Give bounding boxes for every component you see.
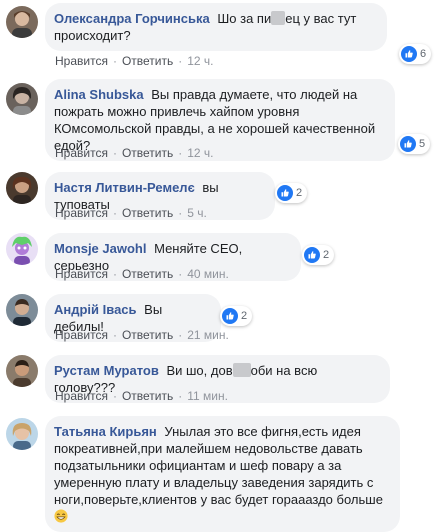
reply-link[interactable]: Ответить bbox=[122, 328, 173, 342]
censored-word bbox=[232, 363, 251, 377]
reply-link[interactable]: Ответить bbox=[122, 267, 173, 281]
avatar[interactable] bbox=[6, 233, 38, 265]
timestamp[interactable]: 12 ч. bbox=[187, 54, 213, 68]
like-icon bbox=[400, 136, 416, 152]
avatar[interactable] bbox=[6, 172, 38, 204]
like-icon bbox=[277, 185, 293, 201]
reply-link[interactable]: Ответить bbox=[122, 389, 173, 403]
reply-link[interactable]: Ответить bbox=[122, 146, 173, 160]
comment-actions: Нравится · Ответить · 5 ч. bbox=[55, 206, 207, 220]
grin-emoji-icon bbox=[54, 509, 68, 523]
reply-link[interactable]: Ответить bbox=[122, 54, 173, 68]
like-link[interactable]: Нравится bbox=[55, 206, 108, 220]
comment-author[interactable]: Настя Литвин-Ремелє bbox=[54, 180, 195, 195]
comment-actions: Нравится · Ответить · 40 мин. bbox=[55, 267, 229, 281]
like-link[interactable]: Нравится bbox=[55, 146, 108, 160]
like-icon bbox=[222, 308, 238, 324]
like-link[interactable]: Нравится bbox=[55, 389, 108, 403]
timestamp[interactable]: 21 мин. bbox=[187, 328, 229, 342]
avatar[interactable] bbox=[6, 294, 38, 326]
avatar[interactable] bbox=[6, 418, 38, 450]
like-link[interactable]: Нравится bbox=[55, 328, 108, 342]
reaction-count[interactable]: 5 bbox=[398, 134, 431, 154]
comment-text: Унылая это все фигня,есть идея покреатив… bbox=[54, 424, 383, 524]
like-icon bbox=[304, 247, 320, 263]
reaction-count[interactable]: 2 bbox=[275, 183, 308, 203]
timestamp[interactable]: 11 мин. bbox=[187, 389, 228, 403]
reply-link[interactable]: Ответить bbox=[122, 206, 173, 220]
comment-author[interactable]: Олександра Горчинська bbox=[54, 11, 210, 26]
comment-bubble: Олександра Горчинська Шо за пи ец у вас т… bbox=[45, 3, 387, 51]
comment-author[interactable]: Андрій Івась bbox=[54, 302, 137, 317]
comment-actions: Нравится · Ответить · 21 мин. bbox=[55, 328, 229, 342]
timestamp[interactable]: 12 ч. bbox=[187, 146, 213, 160]
reaction-count[interactable]: 6 bbox=[399, 44, 432, 64]
comment-author[interactable]: Alina Shubska bbox=[54, 87, 144, 102]
timestamp[interactable]: 5 ч. bbox=[187, 206, 207, 220]
comment-author[interactable]: Рустам Муратов bbox=[54, 363, 159, 378]
avatar[interactable] bbox=[6, 83, 38, 115]
reaction-count[interactable]: 2 bbox=[220, 306, 253, 326]
comment-author[interactable]: Monsje Jawohl bbox=[54, 241, 146, 256]
censored-word bbox=[271, 11, 286, 25]
avatar[interactable] bbox=[6, 6, 38, 38]
like-link[interactable]: Нравится bbox=[55, 54, 108, 68]
like-link[interactable]: Нравится bbox=[55, 267, 108, 281]
reaction-count[interactable]: 2 bbox=[302, 245, 335, 265]
avatar[interactable] bbox=[6, 355, 38, 387]
comment-actions: Нравится · Ответить · 11 мин. bbox=[55, 389, 228, 403]
comment-actions: Нравится · Ответить · 12 ч. bbox=[55, 54, 214, 68]
comment-bubble: Татьяна Кирьян Унылая это все фигня,есть… bbox=[45, 416, 400, 532]
comment-author[interactable]: Татьяна Кирьян bbox=[54, 424, 157, 439]
comment-actions: Нравится · Ответить · 12 ч. bbox=[55, 146, 214, 160]
timestamp[interactable]: 40 мин. bbox=[187, 267, 229, 281]
like-icon bbox=[401, 46, 417, 62]
